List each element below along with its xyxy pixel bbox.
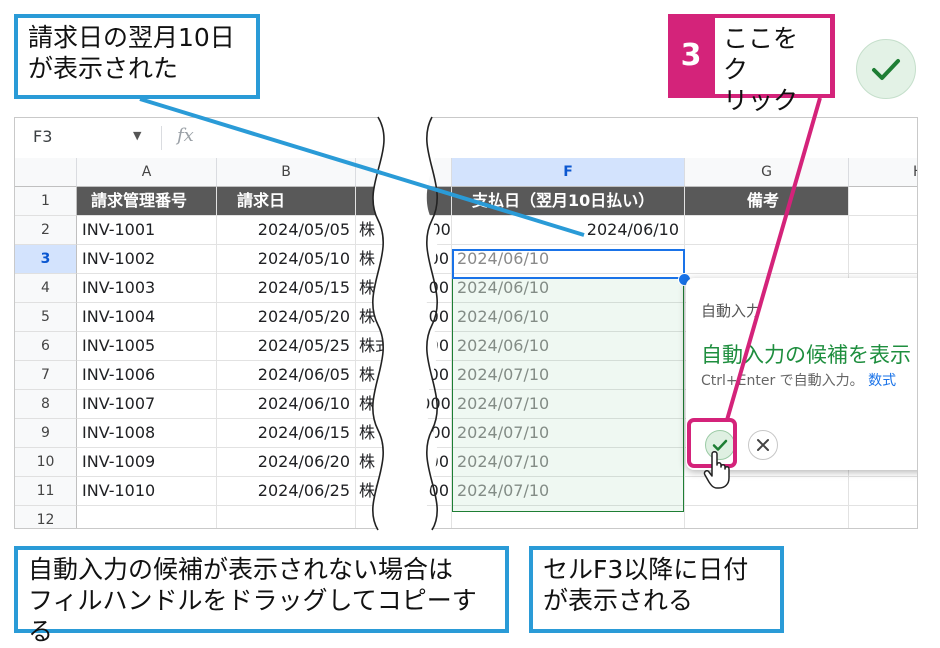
callout-line: 自動入力の候補が表示されない場合は	[28, 555, 454, 584]
callout-fill-handle-tip: 自動入力の候補が表示されない場合は フィルハンドルをドラッグしてコピーする	[14, 546, 509, 646]
hand-pointer-icon	[703, 451, 730, 489]
callout-dates-filled: セルF3以降に日付 が表示される	[529, 546, 784, 633]
pointer-line-pink	[725, 97, 822, 421]
callout-line: セルF3以降に日付	[543, 555, 749, 584]
pointer-line-blue	[139, 97, 585, 237]
callout-line: フィルハンドルをドラッグしてコピーする	[28, 586, 477, 646]
callout-line: が表示される	[543, 586, 694, 615]
